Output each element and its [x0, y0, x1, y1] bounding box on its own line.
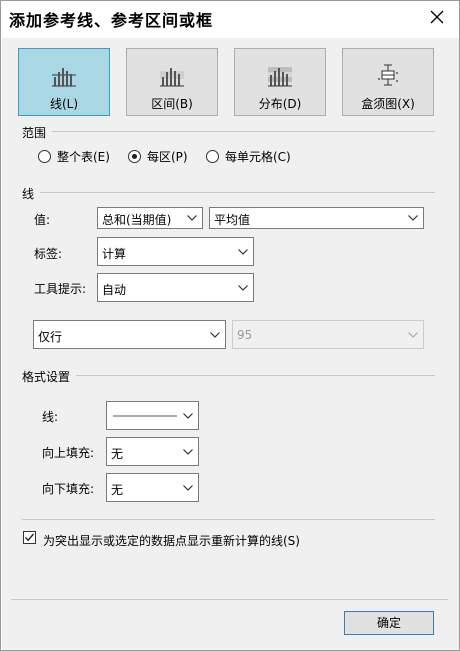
recalc-label: 为突出显示或选定的数据点显示重新计算的线(S) — [43, 534, 300, 548]
tooltip-dropdown[interactable]: 自动 — [97, 273, 254, 302]
line-style-dropdown[interactable] — [106, 401, 199, 430]
recalc-checkbox[interactable] — [23, 531, 36, 544]
radio-indicator — [206, 150, 219, 163]
fill-above-dropdown[interactable]: 无 — [106, 437, 199, 466]
tooltip-dropdown-text: 自动 — [102, 283, 127, 297]
confidence-text: 95 — [237, 328, 253, 342]
close-icon[interactable] — [429, 9, 445, 25]
line-chart-icon — [52, 68, 76, 87]
tab-line-label: 线(L) — [49, 97, 79, 111]
chevron-down-icon — [238, 285, 248, 291]
chevron-down-icon — [238, 249, 248, 255]
fill-below-text: 无 — [111, 483, 124, 497]
label-dropdown-text: 计算 — [102, 247, 127, 261]
title-bar: 添加参考线、参考区间或框 — [1, 1, 459, 37]
chevron-down-icon — [210, 332, 220, 338]
line-heading: 线 — [22, 187, 35, 201]
chevron-down-icon — [408, 215, 418, 221]
chevron-down-icon — [183, 485, 193, 491]
value-field-dropdown[interactable]: 总和(当期值) — [97, 207, 203, 229]
line-only-text: 仅行 — [38, 330, 63, 344]
value-label: 值: — [34, 213, 51, 227]
ok-button[interactable]: 确定 — [344, 611, 434, 635]
checkmark-icon — [25, 533, 35, 542]
tooltip-label: 工具提示: — [34, 282, 87, 296]
format-heading: 格式设置 — [22, 370, 71, 384]
tab-line[interactable]: 线(L) — [18, 48, 110, 116]
line-only-dropdown[interactable]: 仅行 — [33, 320, 226, 349]
scope-whole-table-label: 整个表(E) — [57, 150, 110, 164]
recalc-divider — [22, 519, 435, 520]
format-line-label: 线: — [42, 410, 59, 424]
box-plot-icon — [378, 64, 398, 86]
scope-per-cell-radio[interactable]: 每单元格(C) — [206, 148, 291, 165]
fill-above-text: 无 — [111, 447, 124, 461]
label-dropdown[interactable]: 计算 — [97, 237, 254, 266]
radio-indicator-selected — [128, 150, 141, 163]
format-divider — [76, 375, 435, 376]
line-divider — [40, 192, 435, 193]
band-chart-icon — [160, 68, 184, 87]
fill-above-label: 向上填充: — [42, 446, 95, 460]
line-style-preview — [113, 415, 177, 417]
footer-divider — [11, 599, 448, 600]
dialog-title: 添加参考线、参考区间或框 — [9, 11, 214, 30]
fill-below-label: 向下填充: — [42, 482, 95, 496]
chevron-down-icon — [187, 215, 197, 221]
tab-box-plot[interactable]: 盒须图(X) — [342, 48, 434, 116]
tab-band-label: 区间(B) — [151, 97, 193, 111]
value-field-text: 总和(当期值) — [102, 213, 172, 227]
fill-below-dropdown[interactable]: 无 — [106, 473, 199, 502]
tab-distribution-label: 分布(D) — [258, 97, 302, 111]
tab-distribution[interactable]: 分布(D) — [234, 48, 326, 116]
aggregation-text: 平均值 — [214, 213, 251, 227]
dialog-body: 线(L) 区间(B) 分布(D) 盒须图(X) 范围 整个表(E) 每区(P) … — [2, 38, 459, 650]
scope-divider — [52, 131, 435, 132]
scope-heading: 范围 — [22, 126, 47, 140]
scope-per-pane-label: 每区(P) — [147, 150, 188, 164]
chevron-down-icon — [183, 449, 193, 455]
scope-per-pane-radio[interactable]: 每区(P) — [128, 148, 188, 165]
tab-band[interactable]: 区间(B) — [126, 48, 218, 116]
confidence-dropdown: 95 — [232, 320, 424, 349]
chevron-down-icon — [183, 413, 193, 419]
dialog-window: 添加参考线、参考区间或框 线(L) 区间(B) 分布(D) 盒须图(X) 范围 … — [0, 0, 460, 651]
scope-per-cell-label: 每单元格(C) — [225, 150, 291, 164]
scope-whole-table-radio[interactable]: 整个表(E) — [38, 148, 110, 165]
distribution-chart-icon — [268, 67, 292, 87]
label-label: 标签: — [34, 247, 63, 261]
tab-box-plot-label: 盒须图(X) — [361, 97, 415, 111]
chevron-down-icon — [408, 332, 418, 338]
radio-indicator — [38, 150, 51, 163]
aggregation-dropdown[interactable]: 平均值 — [209, 207, 424, 229]
